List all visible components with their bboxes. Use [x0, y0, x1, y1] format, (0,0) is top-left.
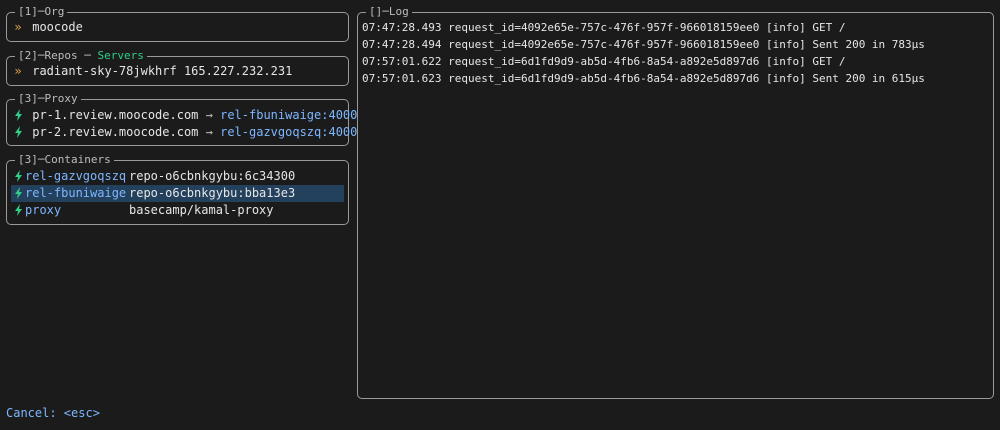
lightning-bolt-icon	[11, 124, 25, 141]
proxy-panel-name: Proxy	[44, 92, 78, 105]
containers-panel[interactable]: [3]─Containers rel-gazvgoqszq repo-o6cbnk…	[6, 153, 349, 225]
org-value: moocode	[32, 20, 83, 34]
proxy-route-item[interactable]: pr-1.review.moocode.com → rel-fbuniwaige…	[11, 107, 357, 124]
arrow-right-icon: →	[205, 125, 213, 139]
lightning-bolt-icon	[11, 185, 25, 202]
chevron-right-icon: »	[14, 20, 22, 34]
cancel-hint: Cancel: <esc>	[6, 406, 100, 420]
repos-panel[interactable]: [2]─Repos ─ Servers » radiant-sky-78jwkh…	[6, 49, 349, 86]
container-name: proxy	[25, 203, 62, 217]
containers-panel-index: [3]	[18, 153, 38, 166]
log-line: 07:57:01.622 request_id=6d1fd9d9-ab5d-4f…	[362, 55, 846, 68]
container-image: repo-o6cbnkgybu:6c34300	[129, 169, 296, 183]
proxy-route-item[interactable]: pr-2.review.moocode.com → rel-gazvgoqszq…	[11, 124, 357, 141]
containers-panel-name: Containers	[44, 153, 111, 166]
arrow-right-icon: →	[205, 108, 213, 122]
lightning-bolt-icon	[11, 168, 25, 185]
container-image: basecamp/kamal-proxy	[129, 203, 274, 217]
chevron-right-icon: »	[14, 64, 22, 78]
log-line: 07:47:28.493 request_id=4092e65e-757c-47…	[362, 21, 846, 34]
org-panel-title: [1]─Org	[15, 5, 68, 19]
proxy-panel-index: [3]	[18, 92, 38, 105]
container-row[interactable]: proxy basecamp/kamal-proxy	[11, 202, 344, 219]
container-row-selected[interactable]: rel-fbuniwaige repo-o6cbnkgybu:bba13e3	[11, 185, 344, 202]
log-line: 07:57:01.623 request_id=6d1fd9d9-ab5d-4f…	[362, 72, 925, 85]
tab-servers[interactable]: Servers	[98, 49, 144, 62]
container-name: rel-gazvgoqszq	[25, 169, 127, 183]
proxy-panel-title: [3]─Proxy	[15, 92, 81, 106]
lightning-bolt-icon	[11, 107, 25, 124]
tab-repos[interactable]: Repos	[45, 49, 78, 62]
containers-panel-title: [3]─Containers	[15, 153, 114, 167]
container-image: repo-o6cbnkgybu:bba13e3	[129, 186, 296, 200]
org-panel-name: Org	[44, 5, 65, 18]
server-item[interactable]: » radiant-sky-78jwkhrf 165.227.232.231	[11, 63, 344, 80]
container-name: rel-fbuniwaige	[25, 186, 127, 200]
proxy-host: pr-2.review.moocode.com	[32, 125, 199, 139]
org-panel[interactable]: [1]─Org » moocode	[6, 5, 349, 42]
container-row[interactable]: rel-gazvgoqszq repo-o6cbnkgybu:6c34300	[11, 168, 344, 185]
log-panel-name: Log	[388, 5, 409, 18]
proxy-host: pr-1.review.moocode.com	[32, 108, 199, 122]
repos-panel-title: [2]─Repos ─ Servers	[15, 49, 147, 63]
org-panel-index: [1]	[18, 5, 38, 18]
log-panel[interactable]: []─Log 07:47:28.493 request_id=4092e65e-…	[357, 5, 994, 399]
log-line: 07:47:28.494 request_id=4092e65e-757c-47…	[362, 38, 925, 51]
org-selector[interactable]: » moocode	[11, 19, 344, 36]
proxy-panel[interactable]: [3]─Proxy pr-1.review.moocode.com → rel-…	[6, 92, 357, 146]
repos-panel-index: [2]	[18, 49, 38, 62]
proxy-target: rel-gazvgoqszq:4000	[220, 125, 358, 139]
proxy-target: rel-fbuniwaige:4000	[220, 108, 358, 122]
log-output[interactable]: 07:47:28.493 request_id=4092e65e-757c-47…	[362, 19, 989, 87]
log-panel-title: []─Log	[366, 5, 412, 19]
log-panel-index: []	[369, 5, 383, 18]
lightning-bolt-icon	[11, 202, 25, 219]
server-value: radiant-sky-78jwkhrf 165.227.232.231	[32, 64, 293, 78]
